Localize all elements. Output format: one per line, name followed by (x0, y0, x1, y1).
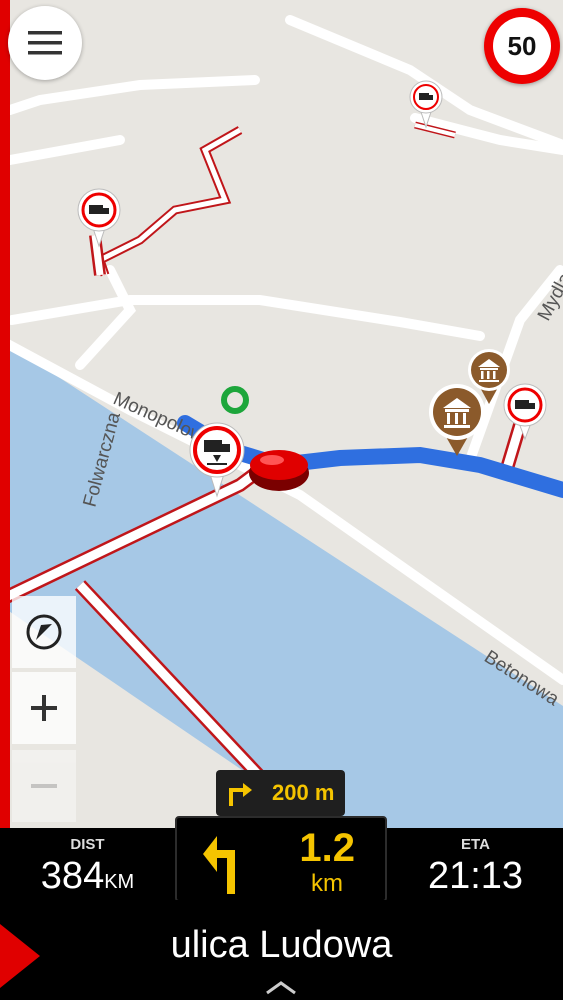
side-menu-arrow-icon[interactable] (0, 924, 40, 988)
menu-button[interactable] (8, 6, 82, 80)
minus-icon (31, 784, 57, 788)
next-turn-indicator: 200 m (216, 770, 345, 816)
maneuver-distance: 1.2 (299, 826, 355, 870)
zoom-in-button[interactable] (12, 672, 76, 744)
dist-value: 384 (40, 855, 105, 897)
current-position-marker (249, 450, 309, 491)
compass-arrow-icon (26, 614, 62, 650)
red-edge-indicator (0, 0, 10, 900)
chevron-up-icon[interactable] (264, 980, 298, 996)
zoom-out-button[interactable] (12, 750, 76, 822)
next-turn-distance: 200 m (272, 780, 335, 805)
recenter-button[interactable] (12, 596, 76, 668)
speed-limit-value: 50 (493, 17, 551, 75)
dist-label: DIST (70, 836, 105, 853)
eta-label: ETA (461, 836, 490, 853)
maneuver-unit: km (311, 870, 343, 897)
plus-icon (31, 695, 57, 721)
hamburger-icon (28, 31, 62, 55)
map-canvas[interactable]: Monopolowa Folwarczna Mydlarska Betonowa (0, 0, 563, 830)
eta-stat: ETA 21:13 (408, 828, 543, 900)
dist-stat: DIST 384KM (20, 828, 155, 900)
current-street-name: ulica Ludowa (170, 924, 393, 966)
eta-value: 21:13 (427, 855, 524, 897)
dist-unit: KM (104, 871, 135, 893)
turn-left-arrow-icon (203, 836, 235, 894)
turn-right-icon (229, 783, 252, 806)
speed-limit-sign: 50 (484, 8, 560, 84)
maneuver-panel[interactable]: 1.2 km (175, 816, 387, 902)
